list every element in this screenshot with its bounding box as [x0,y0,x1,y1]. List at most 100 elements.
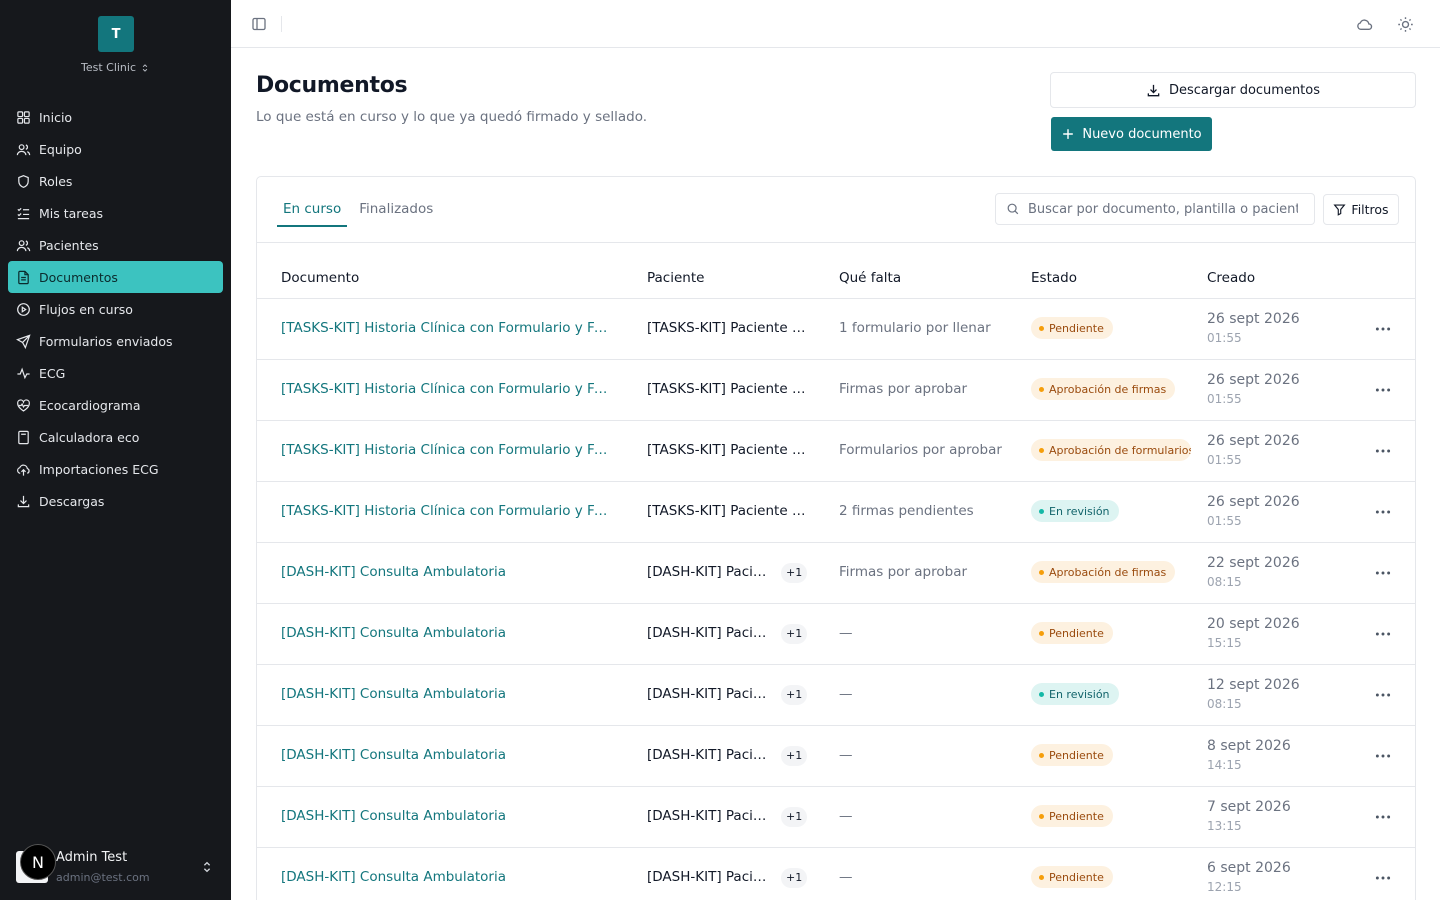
missing-text: — [839,808,853,824]
status-badge: Pendiente [1031,317,1113,339]
table-row[interactable]: [DASH-KIT] Consulta Ambulatoria [DASH-KIT… [257,543,1415,604]
document-link[interactable]: [DASH-KIT] Consulta Ambulatoria [281,747,611,763]
sidebar-item-pacientes[interactable]: Pacientes [8,229,223,261]
divider [257,242,1415,243]
missing-text: Firmas por aprobar [839,564,968,580]
more-horizontal-icon[interactable] [1374,381,1392,399]
org-avatar[interactable]: T [98,16,134,52]
topbar [231,0,1440,48]
created-date: 8 sept 2026 [1207,738,1291,754]
sidebar-item-label: Documentos [39,269,118,285]
document-link[interactable]: [DASH-KIT] Consulta Ambulatoria [281,564,611,580]
framework-badge[interactable]: N [20,844,56,880]
more-horizontal-icon[interactable] [1374,564,1392,582]
created-date: 26 sept 2026 [1207,372,1300,388]
status-label: Pendiente [1049,870,1104,884]
more-horizontal-icon[interactable] [1374,625,1392,643]
status-badge: Pendiente [1031,744,1113,766]
table-row[interactable]: [TASKS-KIT] Historia Clínica con Formula… [257,360,1415,421]
status-dot [1039,325,1044,331]
status-dot [1039,447,1044,453]
status-label: En revisión [1049,504,1110,518]
column-header-document[interactable]: Documento [281,270,359,286]
user-menu[interactable]: N Admin Test admin@test.com [16,844,220,888]
download-documents-button[interactable]: Descargar documentos [1050,72,1416,108]
table-row[interactable]: [DASH-KIT] Consulta Ambulatoria [DASH-KIT… [257,726,1415,787]
more-horizontal-icon[interactable] [1374,869,1392,887]
sidebar-item-descargas[interactable]: Descargas [8,485,223,517]
extra-patients-badge[interactable]: +1 [781,563,808,583]
table-row[interactable]: [DASH-KIT] Consulta Ambulatoria [DASH-KIT… [257,604,1415,665]
search-box [995,193,1315,225]
table-row[interactable]: [TASKS-KIT] Historia Clínica con Formula… [257,299,1415,360]
status-badge: Pendiente [1031,622,1113,644]
document-link[interactable]: [TASKS-KIT] Historia Clínica con Formula… [281,381,611,397]
org-switcher[interactable]: Test Clinic [0,61,231,74]
more-horizontal-icon[interactable] [1374,686,1392,704]
sidebar-item-formularios-enviados[interactable]: Formularios enviados [8,325,223,357]
documents-card: En curso Finalizados Filtros Documento P… [256,176,1416,900]
cloud-icon[interactable] [1356,16,1373,33]
document-link[interactable]: [DASH-KIT] Consulta Ambulatoria [281,869,611,885]
extra-patients-badge[interactable]: +1 [781,807,808,827]
status-label: Aprobación de formularios [1049,443,1191,457]
document-link[interactable]: [TASKS-KIT] Historia Clínica con Formula… [281,320,611,336]
table-row[interactable]: [TASKS-KIT] Historia Clínica con Formula… [257,482,1415,543]
tab-finalizados[interactable]: Finalizados [353,195,439,227]
table-row[interactable]: [DASH-KIT] Consulta Ambulatoria [DASH-KIT… [257,848,1415,900]
created-time: 12:15 [1207,880,1242,894]
status-label: En revisión [1049,687,1110,701]
cloud-upload-icon [17,464,30,476]
missing-text: — [839,625,853,641]
sun-icon[interactable] [1397,16,1414,33]
document-link[interactable]: [TASKS-KIT] Historia Clínica con Formula… [281,503,611,519]
tabs: En curso Finalizados [277,195,445,227]
table-row[interactable]: [DASH-KIT] Consulta Ambulatoria [DASH-KIT… [257,665,1415,726]
download-documents-label: Descargar documentos [1168,82,1321,98]
column-header-status[interactable]: Estado [1031,270,1077,286]
filters-button[interactable]: Filtros [1323,194,1399,225]
sidebar-item-equipo[interactable]: Equipo [8,133,223,165]
sidebar-item-importaciones-ecg[interactable]: Importaciones ECG [8,453,223,485]
more-horizontal-icon[interactable] [1374,320,1392,338]
patient-name: [TASKS-KIT] Paciente Aprobación [647,381,809,397]
status-label: Aprobación de firmas [1049,382,1167,396]
column-header-missing[interactable]: Qué falta [839,270,901,286]
extra-patients-badge[interactable]: +1 [781,868,808,888]
sidebar-item-inicio[interactable]: Inicio [8,101,223,133]
extra-patients-badge[interactable]: +1 [781,746,808,766]
sidebar-toggle-icon[interactable] [251,16,267,32]
created-date: 6 sept 2026 [1207,860,1291,876]
extra-patients-badge[interactable]: +1 [781,685,808,705]
missing-text: — [839,869,853,885]
document-link[interactable]: [TASKS-KIT] Historia Clínica con Formula… [281,442,611,458]
new-document-button[interactable]: Nuevo documento [1051,117,1212,151]
sidebar-item-ecg[interactable]: ECG [8,357,223,389]
created-date: 12 sept 2026 [1207,677,1300,693]
document-link[interactable]: [DASH-KIT] Consulta Ambulatoria [281,686,611,702]
extra-patients-badge[interactable]: +1 [781,624,808,644]
sidebar-item-calculadora-eco[interactable]: Calculadora eco [8,421,223,453]
sidebar-item-mis-tareas[interactable]: Mis tareas [8,197,223,229]
sidebar-item-flujos-en-curso[interactable]: Flujos en curso [8,293,223,325]
more-horizontal-icon[interactable] [1374,808,1392,826]
sidebar-item-roles[interactable]: Roles [8,165,223,197]
table-row[interactable]: [DASH-KIT] Consulta Ambulatoria [DASH-KIT… [257,787,1415,848]
patient-name: [DASH-KIT] Paciente Demo [647,625,769,641]
column-header-created[interactable]: Creado [1207,270,1255,286]
document-link[interactable]: [DASH-KIT] Consulta Ambulatoria [281,625,611,641]
tab-en-curso[interactable]: En curso [277,195,348,227]
column-header-patient[interactable]: Paciente [647,270,704,286]
document-link[interactable]: [DASH-KIT] Consulta Ambulatoria [281,808,611,824]
more-horizontal-icon[interactable] [1374,442,1392,460]
more-horizontal-icon[interactable] [1374,747,1392,765]
created-time: 01:55 [1207,392,1242,406]
created-time: 13:15 [1207,819,1242,833]
more-horizontal-icon[interactable] [1374,503,1392,521]
sidebar-item-ecocardiograma[interactable]: Ecocardiograma [8,389,223,421]
missing-text: — [839,686,853,702]
search-input[interactable] [1028,201,1298,217]
table-row[interactable]: [TASKS-KIT] Historia Clínica con Formula… [257,421,1415,482]
sidebar-item-documentos[interactable]: Documentos [8,261,223,293]
created-date: 7 sept 2026 [1207,799,1291,815]
